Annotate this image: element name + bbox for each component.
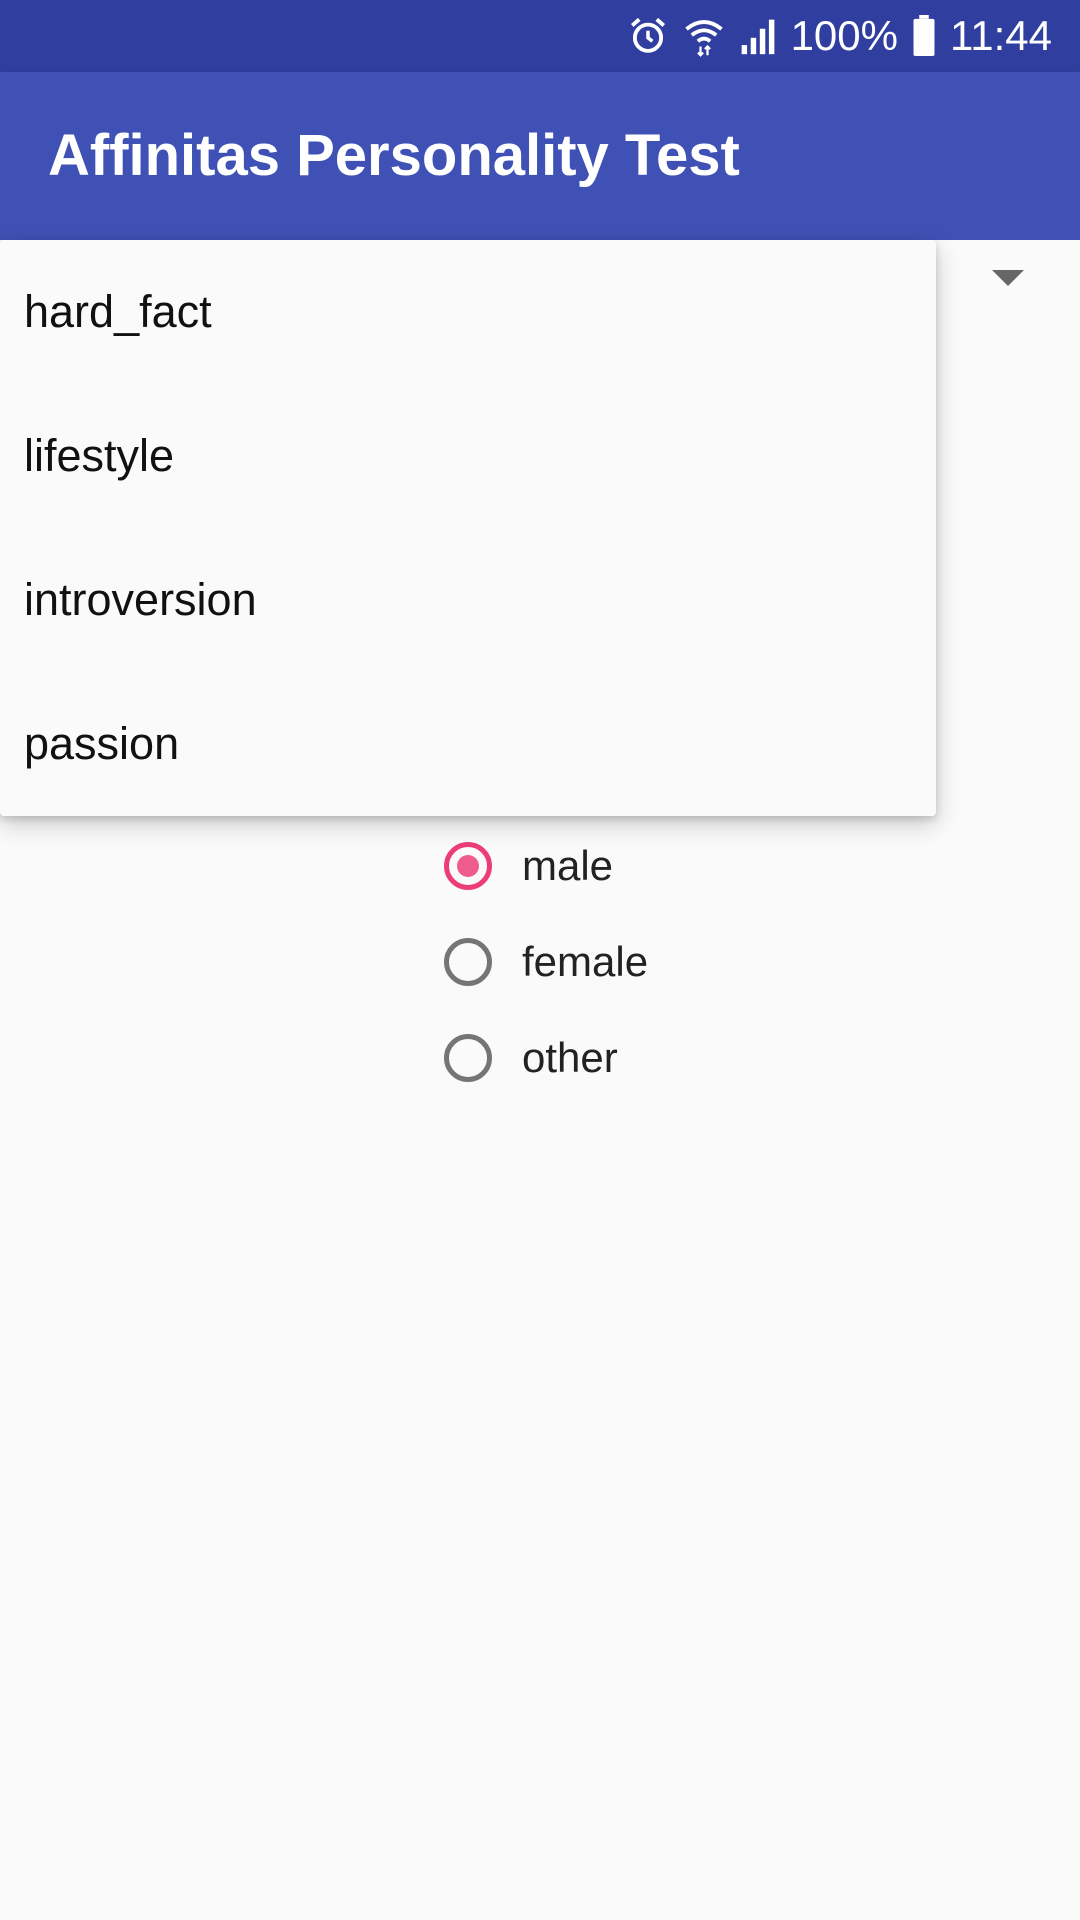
app-bar: Affinitas Personality Test <box>0 72 1080 240</box>
dropdown-item-passion[interactable]: passion <box>0 672 936 816</box>
clock: 11:44 <box>950 12 1052 59</box>
page-title: Affinitas Personality Test <box>48 123 740 188</box>
radio-label[interactable]: female <box>522 938 648 986</box>
dropdown-item-introversion[interactable]: introversion <box>0 528 936 672</box>
battery-icon <box>913 15 935 57</box>
radio-option-female[interactable]: female <box>444 914 864 1010</box>
radio-option-other[interactable]: other <box>444 1010 864 1106</box>
radio-label[interactable]: male <box>522 842 613 890</box>
gender-radio-group: male female other <box>444 818 864 1106</box>
radio-selected-dot <box>457 855 479 877</box>
radio-option-male[interactable]: male <box>444 818 864 914</box>
radio-label[interactable]: other <box>522 1034 618 1082</box>
battery-percentage: 100% <box>790 12 898 59</box>
radio-button-female[interactable] <box>444 938 492 986</box>
category-dropdown-menu: hard_fact lifestyle introversion passion <box>0 240 936 816</box>
radio-button-male[interactable] <box>444 842 492 890</box>
wifi-icon <box>684 20 723 57</box>
radio-button-other[interactable] <box>444 1034 492 1082</box>
signal-icon <box>741 19 774 55</box>
status-icons: 100% 11:44 <box>627 0 1052 72</box>
dropdown-item-hard-fact[interactable]: hard_fact <box>0 240 936 384</box>
dropdown-item-lifestyle[interactable]: lifestyle <box>0 384 936 528</box>
status-bar: 100% 11:44 <box>0 0 1080 72</box>
alarm-icon <box>630 17 665 53</box>
dropdown-arrow-icon[interactable] <box>992 270 1024 286</box>
